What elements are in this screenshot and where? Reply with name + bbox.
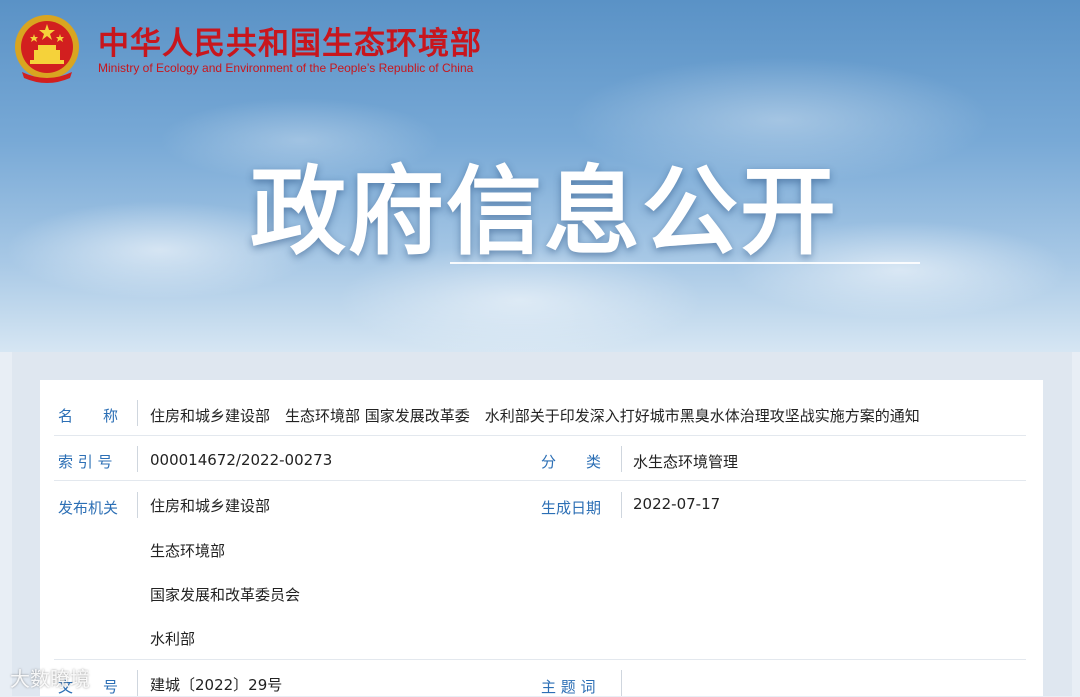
divider bbox=[137, 400, 138, 426]
divider bbox=[621, 492, 622, 518]
docno-value: 建城〔2022〕29号 bbox=[150, 676, 283, 694]
divider bbox=[621, 670, 622, 696]
header-banner: 中华人民共和国生态环境部 Ministry of Ecology and Env… bbox=[0, 0, 1080, 352]
national-emblem-icon bbox=[15, 15, 79, 83]
page-title: 政府信息公开 bbox=[250, 156, 838, 268]
issuer-item: 生态环境部 bbox=[150, 542, 226, 560]
name-label: 名 称 bbox=[58, 407, 119, 425]
ministry-name-cn[interactable]: 中华人民共和国生态环境部 bbox=[98, 18, 482, 63]
index-label: 索 引 号 bbox=[58, 453, 113, 471]
issuer-label: 发布机关 bbox=[58, 499, 119, 517]
index-value: 000014672/2022-00273 bbox=[150, 451, 333, 469]
divider bbox=[621, 446, 622, 472]
date-value: 2022-07-17 bbox=[633, 495, 721, 513]
issuer-item: 住房和城乡建设部 bbox=[150, 497, 271, 515]
watermark: 大数瞭境 bbox=[10, 667, 90, 691]
row-divider bbox=[54, 659, 1026, 660]
name-value: 住房和城乡建设部 生态环境部 国家发展改革委 水利部关于印发深入打好城市黑臭水体… bbox=[150, 407, 920, 425]
divider bbox=[137, 446, 138, 472]
ministry-name-en[interactable]: Ministry of Ecology and Environment of t… bbox=[98, 61, 473, 75]
title-underline bbox=[450, 262, 920, 264]
date-label: 生成日期 bbox=[541, 499, 602, 517]
divider bbox=[137, 670, 138, 696]
topic-label: 主 题 词 bbox=[541, 678, 596, 696]
issuer-item: 国家发展和改革委员会 bbox=[150, 586, 301, 604]
category-value: 水生态环境管理 bbox=[633, 453, 739, 471]
issuer-item: 水利部 bbox=[150, 630, 196, 648]
divider bbox=[137, 492, 138, 518]
row-divider bbox=[54, 480, 1026, 481]
row-divider bbox=[54, 435, 1026, 436]
category-label: 分 类 bbox=[541, 453, 602, 471]
